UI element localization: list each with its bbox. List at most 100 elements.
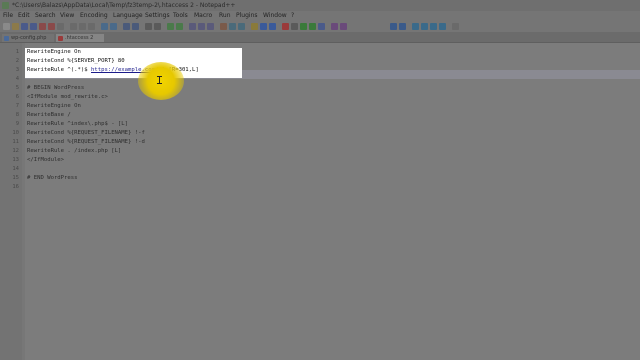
line-text-before: RewriteRule ^(.*)$ xyxy=(27,67,91,73)
menu-plugins[interactable]: Plugins xyxy=(236,11,258,21)
compare2-icon[interactable] xyxy=(399,23,406,30)
tab-htaccess[interactable]: .htaccess 2 xyxy=(56,34,104,42)
next-icon[interactable] xyxy=(421,23,428,30)
line-text: RewriteRule ^index\.php$ - [L] xyxy=(27,121,129,127)
notepadpp-icon xyxy=(2,2,9,9)
code-line[interactable]: 2 RewriteCond %{SERVER_PORT} 80 xyxy=(0,57,640,66)
line-number: 3 xyxy=(15,67,19,73)
sync-h-icon[interactable] xyxy=(176,23,183,30)
play-multi-icon[interactable] xyxy=(309,23,316,30)
line-number: 9 xyxy=(15,121,19,127)
menu-search[interactable]: Search xyxy=(35,11,56,21)
code-line[interactable]: 13 </IfModule> xyxy=(0,156,640,165)
copy-icon[interactable] xyxy=(79,23,86,30)
open-icon[interactable] xyxy=(12,23,19,30)
prev-icon[interactable] xyxy=(412,23,419,30)
line-text: </IfModule> xyxy=(27,157,65,163)
menu-macro[interactable]: Macro xyxy=(194,11,212,21)
code-line[interactable]: 5 # BEGIN WordPress xyxy=(0,84,640,93)
compare-icon[interactable] xyxy=(390,23,397,30)
line-number: 15 xyxy=(12,175,19,181)
undo-icon[interactable] xyxy=(101,23,108,30)
line-text: RewriteRule . /index.php [L] xyxy=(27,148,122,154)
menu-view[interactable]: View xyxy=(60,11,74,21)
menu-run[interactable]: Run xyxy=(219,11,231,21)
lang-icon[interactable] xyxy=(220,23,227,30)
menu-help[interactable]: ? xyxy=(291,11,294,21)
zoom-out-icon[interactable] xyxy=(154,23,161,30)
new-file-icon[interactable] xyxy=(3,23,10,30)
line-text: RewriteBase / xyxy=(27,112,71,118)
zoom-in-icon[interactable] xyxy=(145,23,152,30)
menu-tools[interactable]: Tools xyxy=(173,11,188,21)
cut-icon[interactable] xyxy=(70,23,77,30)
close-all-icon[interactable] xyxy=(48,23,55,30)
first-icon[interactable] xyxy=(430,23,437,30)
code-line[interactable]: 8 RewriteBase / xyxy=(0,111,640,120)
spell2-icon[interactable] xyxy=(340,23,347,30)
save-macro-icon[interactable] xyxy=(318,23,325,30)
line-number: 14 xyxy=(12,166,19,172)
line-text: # END WordPress xyxy=(27,175,78,181)
spell-icon[interactable] xyxy=(331,23,338,30)
tab-bar: wp-config.php .htaccess 2 xyxy=(0,32,640,43)
code-line[interactable]: 1 RewriteEngine On xyxy=(0,48,640,57)
folder-icon[interactable] xyxy=(251,23,258,30)
file-modified-icon xyxy=(58,36,63,41)
close-icon[interactable] xyxy=(39,23,46,30)
line-number: 4 xyxy=(15,76,19,82)
all-chars-icon[interactable] xyxy=(198,23,205,30)
word-wrap-icon[interactable] xyxy=(189,23,196,30)
code-line[interactable]: 11 RewriteCond %{REQUEST_FILENAME} !-d xyxy=(0,138,640,147)
tab-label: .htaccess 2 xyxy=(65,35,94,41)
code-line[interactable]: 7 RewriteEngine On xyxy=(0,102,640,111)
doc-map-icon[interactable] xyxy=(229,23,236,30)
code-line[interactable]: 15 # END WordPress xyxy=(0,174,640,183)
line-number: 12 xyxy=(12,148,19,154)
sync-v-icon[interactable] xyxy=(167,23,174,30)
menu-encoding[interactable]: Encoding xyxy=(80,11,108,21)
line-text: RewriteCond %{REQUEST_FILENAME} !-f xyxy=(27,130,145,136)
menu-settings[interactable]: Settings xyxy=(145,11,170,21)
line-text: RewriteEngine On xyxy=(27,49,81,55)
line-number: 7 xyxy=(15,103,19,109)
redo-icon[interactable] xyxy=(110,23,117,30)
menu-edit[interactable]: Edit xyxy=(18,11,30,21)
editor-area[interactable]: 1 RewriteEngine On 2 RewriteCond %{SERVE… xyxy=(0,43,640,360)
code-line[interactable]: 14 xyxy=(0,165,640,174)
monitor-icon[interactable] xyxy=(260,23,267,30)
find-icon[interactable] xyxy=(123,23,130,30)
play-icon[interactable] xyxy=(300,23,307,30)
indent-guide-icon[interactable] xyxy=(207,23,214,30)
line-number: 6 xyxy=(15,94,19,100)
line-text: RewriteCond %{REQUEST_FILENAME} !-d xyxy=(27,139,145,145)
line-text: # BEGIN WordPress xyxy=(27,85,85,91)
code-line[interactable]: 16 xyxy=(0,183,640,192)
line-number: 16 xyxy=(12,184,19,190)
print-icon[interactable] xyxy=(57,23,64,30)
code-line[interactable]: 6 <IfModule mod_rewrite.c> xyxy=(0,93,640,102)
code-line[interactable]: 12 RewriteRule . /index.php [L] xyxy=(0,147,640,156)
code-line[interactable]: 10 RewriteCond %{REQUEST_FILENAME} !-f xyxy=(0,129,640,138)
menu-file[interactable]: File xyxy=(3,11,13,21)
save-all-icon[interactable] xyxy=(30,23,37,30)
func-list-icon[interactable] xyxy=(238,23,245,30)
last-icon[interactable] xyxy=(439,23,446,30)
menu-language[interactable]: Language xyxy=(113,11,143,21)
code-line[interactable]: 3 RewriteRule ^(.*)$ https://example.com… xyxy=(0,66,640,75)
clear-icon[interactable] xyxy=(452,23,459,30)
line-number: 11 xyxy=(12,139,19,145)
panel-icon[interactable] xyxy=(269,23,276,30)
code-line[interactable]: 9 RewriteRule ^index\.php$ - [L] xyxy=(0,120,640,129)
line-text: RewriteCond %{SERVER_PORT} 80 xyxy=(27,58,125,64)
replace-icon[interactable] xyxy=(132,23,139,30)
save-icon[interactable] xyxy=(21,23,28,30)
menu-window[interactable]: Window xyxy=(263,11,287,21)
code-line[interactable]: 4 xyxy=(0,75,640,84)
paste-icon[interactable] xyxy=(88,23,95,30)
stop-icon[interactable] xyxy=(291,23,298,30)
tab-label: wp-config.php xyxy=(11,35,47,41)
record-icon[interactable] xyxy=(282,23,289,30)
tab-wp-config[interactable]: wp-config.php xyxy=(2,34,54,42)
line-number: 10 xyxy=(12,130,19,136)
